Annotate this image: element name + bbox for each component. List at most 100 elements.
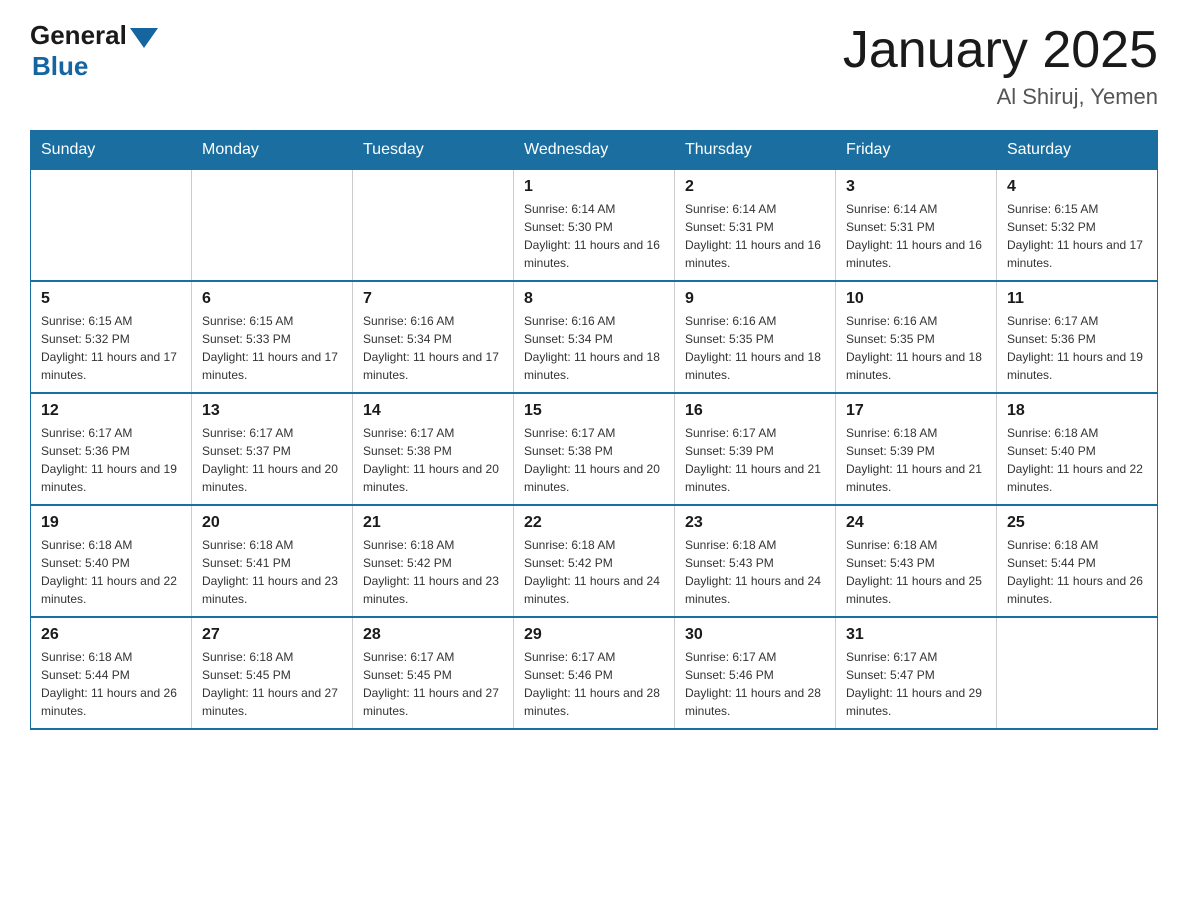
calendar-cell — [192, 170, 353, 282]
day-number: 10 — [846, 290, 986, 308]
logo-general: General — [30, 20, 127, 51]
day-number: 30 — [685, 626, 825, 644]
page-header: General Blue January 2025 Al Shiruj, Yem… — [30, 20, 1158, 110]
header-day-sunday: Sunday — [31, 131, 192, 170]
day-number: 29 — [524, 626, 664, 644]
day-number: 4 — [1007, 178, 1147, 196]
header-day-monday: Monday — [192, 131, 353, 170]
day-info: Sunrise: 6:16 AM Sunset: 5:35 PM Dayligh… — [846, 312, 986, 384]
calendar-cell: 1 Sunrise: 6:14 AM Sunset: 5:30 PM Daylig… — [514, 170, 675, 282]
day-number: 22 — [524, 514, 664, 532]
day-info: Sunrise: 6:18 AM Sunset: 5:44 PM Dayligh… — [41, 648, 181, 720]
day-number: 11 — [1007, 290, 1147, 308]
day-info: Sunrise: 6:16 AM Sunset: 5:34 PM Dayligh… — [524, 312, 664, 384]
day-number: 18 — [1007, 402, 1147, 420]
day-info: Sunrise: 6:18 AM Sunset: 5:41 PM Dayligh… — [202, 536, 342, 608]
day-info: Sunrise: 6:14 AM Sunset: 5:31 PM Dayligh… — [685, 200, 825, 272]
day-info: Sunrise: 6:17 AM Sunset: 5:38 PM Dayligh… — [363, 424, 503, 496]
day-number: 28 — [363, 626, 503, 644]
day-info: Sunrise: 6:15 AM Sunset: 5:32 PM Dayligh… — [1007, 200, 1147, 272]
day-number: 7 — [363, 290, 503, 308]
calendar-cell: 10 Sunrise: 6:16 AM Sunset: 5:35 PM Dayli… — [836, 281, 997, 393]
day-number: 6 — [202, 290, 342, 308]
day-info: Sunrise: 6:17 AM Sunset: 5:36 PM Dayligh… — [1007, 312, 1147, 384]
day-info: Sunrise: 6:18 AM Sunset: 5:39 PM Dayligh… — [846, 424, 986, 496]
calendar-cell: 2 Sunrise: 6:14 AM Sunset: 5:31 PM Daylig… — [675, 170, 836, 282]
calendar-cell: 31 Sunrise: 6:17 AM Sunset: 5:47 PM Dayli… — [836, 617, 997, 729]
calendar-cell: 13Sunrise: 6:17 AM Sunset: 5:37 PM Dayli… — [192, 393, 353, 505]
calendar-cell — [31, 170, 192, 282]
day-number: 27 — [202, 626, 342, 644]
day-number: 12 — [41, 402, 181, 420]
day-info: Sunrise: 6:15 AM Sunset: 5:32 PM Dayligh… — [41, 312, 181, 384]
header-day-thursday: Thursday — [675, 131, 836, 170]
day-number: 9 — [685, 290, 825, 308]
header-row: SundayMondayTuesdayWednesdayThursdayFrid… — [31, 131, 1158, 170]
calendar-cell — [353, 170, 514, 282]
day-info: Sunrise: 6:18 AM Sunset: 5:42 PM Dayligh… — [524, 536, 664, 608]
calendar-cell: 12 Sunrise: 6:17 AM Sunset: 5:36 PM Dayli… — [31, 393, 192, 505]
day-info: Sunrise: 6:16 AM Sunset: 5:34 PM Dayligh… — [363, 312, 503, 384]
calendar-cell: 22 Sunrise: 6:18 AM Sunset: 5:42 PM Dayli… — [514, 505, 675, 617]
day-number: 16 — [685, 402, 825, 420]
header-day-tuesday: Tuesday — [353, 131, 514, 170]
calendar-cell: 24Sunrise: 6:18 AM Sunset: 5:43 PM Dayli… — [836, 505, 997, 617]
day-number: 14 — [363, 402, 503, 420]
day-number: 2 — [685, 178, 825, 196]
calendar-cell: 18Sunrise: 6:18 AM Sunset: 5:40 PM Dayli… — [997, 393, 1158, 505]
day-number: 19 — [41, 514, 181, 532]
week-row-4: 19 Sunrise: 6:18 AM Sunset: 5:40 PM Dayli… — [31, 505, 1158, 617]
calendar-header: SundayMondayTuesdayWednesdayThursdayFrid… — [31, 131, 1158, 170]
calendar-cell: 27 Sunrise: 6:18 AM Sunset: 5:45 PM Dayli… — [192, 617, 353, 729]
week-row-5: 26 Sunrise: 6:18 AM Sunset: 5:44 PM Dayli… — [31, 617, 1158, 729]
calendar-cell: 20Sunrise: 6:18 AM Sunset: 5:41 PM Dayli… — [192, 505, 353, 617]
calendar-cell: 3 Sunrise: 6:14 AM Sunset: 5:31 PM Daylig… — [836, 170, 997, 282]
day-info: Sunrise: 6:17 AM Sunset: 5:39 PM Dayligh… — [685, 424, 825, 496]
day-number: 23 — [685, 514, 825, 532]
day-info: Sunrise: 6:18 AM Sunset: 5:44 PM Dayligh… — [1007, 536, 1147, 608]
day-number: 21 — [363, 514, 503, 532]
day-info: Sunrise: 6:17 AM Sunset: 5:36 PM Dayligh… — [41, 424, 181, 496]
calendar-cell: 17 Sunrise: 6:18 AM Sunset: 5:39 PM Dayli… — [836, 393, 997, 505]
calendar-cell: 7 Sunrise: 6:16 AM Sunset: 5:34 PM Daylig… — [353, 281, 514, 393]
calendar-subtitle: Al Shiruj, Yemen — [843, 84, 1158, 110]
header-day-friday: Friday — [836, 131, 997, 170]
day-info: Sunrise: 6:15 AM Sunset: 5:33 PM Dayligh… — [202, 312, 342, 384]
day-info: Sunrise: 6:14 AM Sunset: 5:31 PM Dayligh… — [846, 200, 986, 272]
calendar-cell — [997, 617, 1158, 729]
day-info: Sunrise: 6:18 AM Sunset: 5:45 PM Dayligh… — [202, 648, 342, 720]
day-number: 13 — [202, 402, 342, 420]
day-info: Sunrise: 6:17 AM Sunset: 5:47 PM Dayligh… — [846, 648, 986, 720]
day-number: 1 — [524, 178, 664, 196]
calendar-cell: 9Sunrise: 6:16 AM Sunset: 5:35 PM Daylig… — [675, 281, 836, 393]
calendar-cell: 16 Sunrise: 6:17 AM Sunset: 5:39 PM Dayli… — [675, 393, 836, 505]
day-number: 3 — [846, 178, 986, 196]
week-row-2: 5 Sunrise: 6:15 AM Sunset: 5:32 PM Daylig… — [31, 281, 1158, 393]
header-day-saturday: Saturday — [997, 131, 1158, 170]
day-number: 17 — [846, 402, 986, 420]
calendar-cell: 4 Sunrise: 6:15 AM Sunset: 5:32 PM Daylig… — [997, 170, 1158, 282]
title-section: January 2025 Al Shiruj, Yemen — [843, 20, 1158, 110]
day-info: Sunrise: 6:17 AM Sunset: 5:46 PM Dayligh… — [524, 648, 664, 720]
week-row-3: 12 Sunrise: 6:17 AM Sunset: 5:36 PM Dayli… — [31, 393, 1158, 505]
day-info: Sunrise: 6:14 AM Sunset: 5:30 PM Dayligh… — [524, 200, 664, 272]
calendar-table: SundayMondayTuesdayWednesdayThursdayFrid… — [30, 130, 1158, 730]
logo: General Blue — [30, 20, 158, 82]
calendar-cell: 25Sunrise: 6:18 AM Sunset: 5:44 PM Dayli… — [997, 505, 1158, 617]
calendar-cell: 30Sunrise: 6:17 AM Sunset: 5:46 PM Dayli… — [675, 617, 836, 729]
day-number: 26 — [41, 626, 181, 644]
day-number: 5 — [41, 290, 181, 308]
calendar-cell: 15Sunrise: 6:17 AM Sunset: 5:38 PM Dayli… — [514, 393, 675, 505]
logo-triangle-icon — [130, 28, 158, 48]
calendar-cell: 8Sunrise: 6:16 AM Sunset: 5:34 PM Daylig… — [514, 281, 675, 393]
day-info: Sunrise: 6:18 AM Sunset: 5:40 PM Dayligh… — [41, 536, 181, 608]
calendar-cell: 26 Sunrise: 6:18 AM Sunset: 5:44 PM Dayli… — [31, 617, 192, 729]
day-info: Sunrise: 6:17 AM Sunset: 5:45 PM Dayligh… — [363, 648, 503, 720]
calendar-cell: 6 Sunrise: 6:15 AM Sunset: 5:33 PM Daylig… — [192, 281, 353, 393]
day-info: Sunrise: 6:18 AM Sunset: 5:42 PM Dayligh… — [363, 536, 503, 608]
day-number: 24 — [846, 514, 986, 532]
calendar-cell: 23Sunrise: 6:18 AM Sunset: 5:43 PM Dayli… — [675, 505, 836, 617]
week-row-1: 1 Sunrise: 6:14 AM Sunset: 5:30 PM Daylig… — [31, 170, 1158, 282]
day-number: 31 — [846, 626, 986, 644]
calendar-body: 1 Sunrise: 6:14 AM Sunset: 5:30 PM Daylig… — [31, 170, 1158, 730]
